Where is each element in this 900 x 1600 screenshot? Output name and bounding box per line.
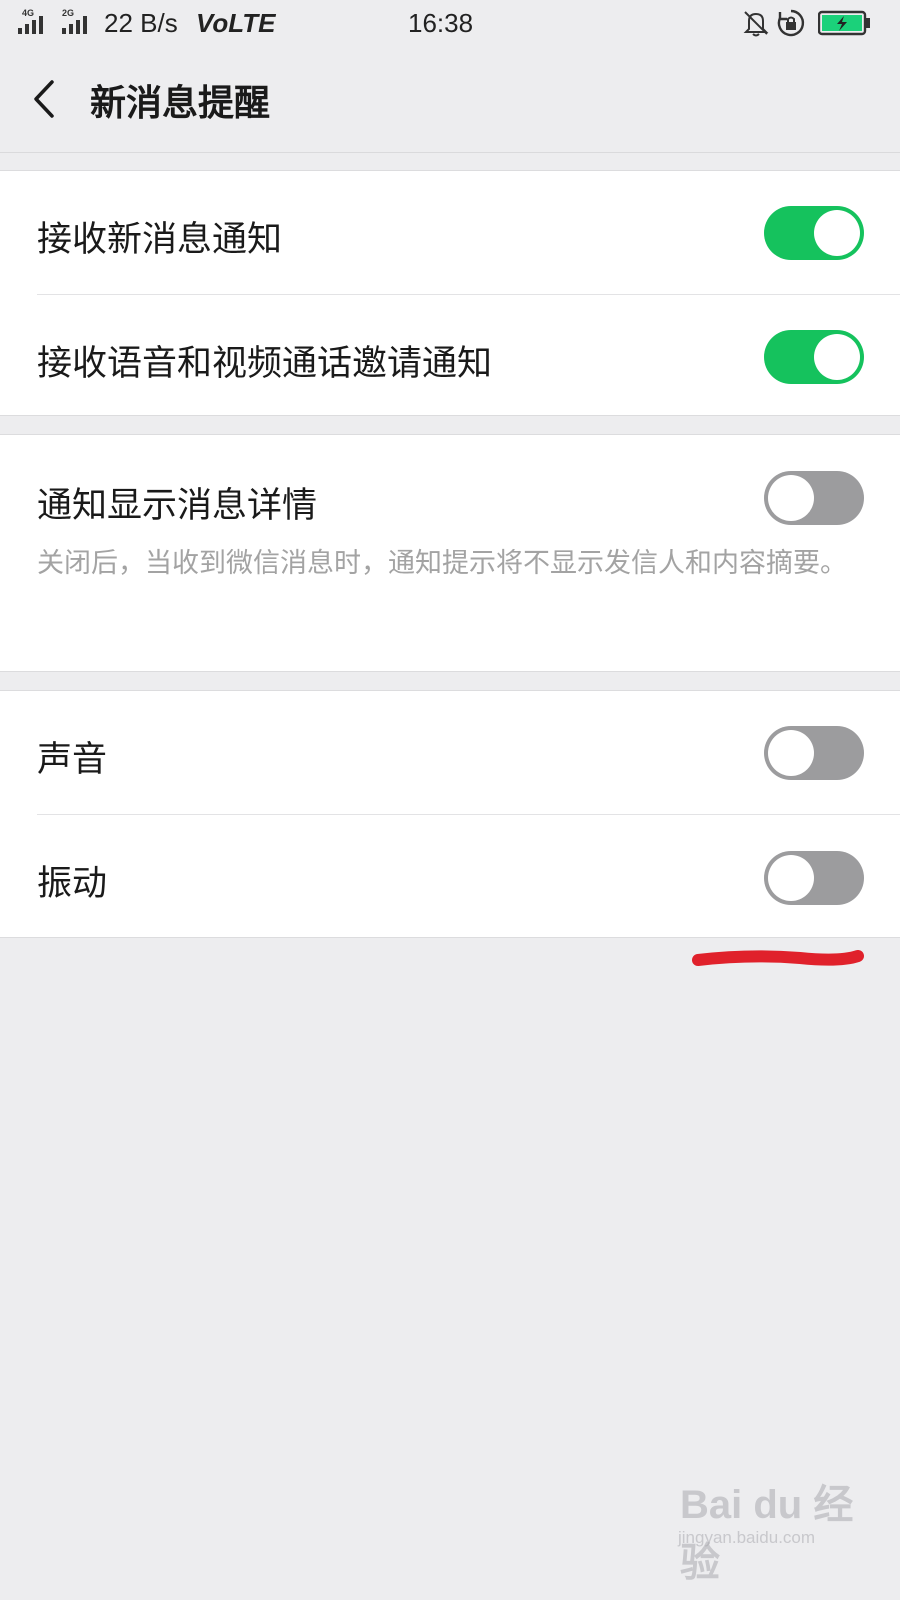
setting-label: 振动 <box>37 864 108 904</box>
toggle-knob <box>814 210 860 256</box>
battery-charging-icon <box>818 10 870 36</box>
settings-group-details: 通知显示消息详情 关闭后，当收到微信消息时，通知提示将不显示发信人和内容摘要。 <box>0 434 900 672</box>
status-time: 16:38 <box>408 8 474 38</box>
rotation-lock-icon <box>777 9 805 37</box>
network-speed: 22 B/s <box>104 8 178 38</box>
toggle-knob <box>814 334 860 380</box>
setting-description: 关闭后，当收到微信消息时，通知提示将不显示发信人和内容摘要。 <box>37 548 847 579</box>
setting-row-vibration[interactable]: 振动 <box>0 815 900 939</box>
toggle-new-message-notify[interactable] <box>764 206 864 260</box>
annotation-underline <box>692 950 864 966</box>
mute-bell-icon <box>743 11 769 37</box>
setting-row-show-details[interactable]: 通知显示消息详情 关闭后，当收到微信消息时，通知提示将不显示发信人和内容摘要。 <box>0 435 900 671</box>
page-title: 新消息提醒 <box>90 83 271 124</box>
setting-label: 接收新消息通知 <box>37 220 283 260</box>
signal-icon-2 <box>62 16 87 34</box>
setting-row-sound[interactable]: 声音 <box>0 691 900 815</box>
nav-bar: 新消息提醒 <box>0 46 900 152</box>
setting-label: 通知显示消息详情 <box>37 486 318 526</box>
toggle-show-details[interactable] <box>764 471 864 525</box>
status-bar: 4G 2G 22 B/s VoLTE 16:38 <box>0 0 900 46</box>
toggle-call-invite-notify[interactable] <box>764 330 864 384</box>
settings-group-alerts: 声音 振动 <box>0 690 900 938</box>
toggle-vibration[interactable] <box>764 851 864 905</box>
toggle-knob <box>768 475 814 521</box>
setting-label: 声音 <box>37 740 108 780</box>
settings-group-notifications: 接收新消息通知 接收语音和视频通话邀请通知 <box>0 170 900 416</box>
nav-divider <box>0 152 900 153</box>
chevron-left-icon[interactable] <box>26 76 66 122</box>
setting-row-new-message-notify[interactable]: 接收新消息通知 <box>0 171 900 295</box>
setting-label: 接收语音和视频通话邀请通知 <box>37 344 493 384</box>
toggle-knob <box>768 855 814 901</box>
signal-icon <box>18 16 43 34</box>
volte-label: VoLTE <box>196 8 276 38</box>
toggle-sound[interactable] <box>764 726 864 780</box>
toggle-knob <box>768 730 814 776</box>
watermark: Bai du 经验 jingyan.baidu.com <box>672 1458 872 1585</box>
watermark-url: jingyan.baidu.com <box>678 1528 816 1547</box>
setting-row-call-invite-notify[interactable]: 接收语音和视频通话邀请通知 <box>0 295 900 419</box>
